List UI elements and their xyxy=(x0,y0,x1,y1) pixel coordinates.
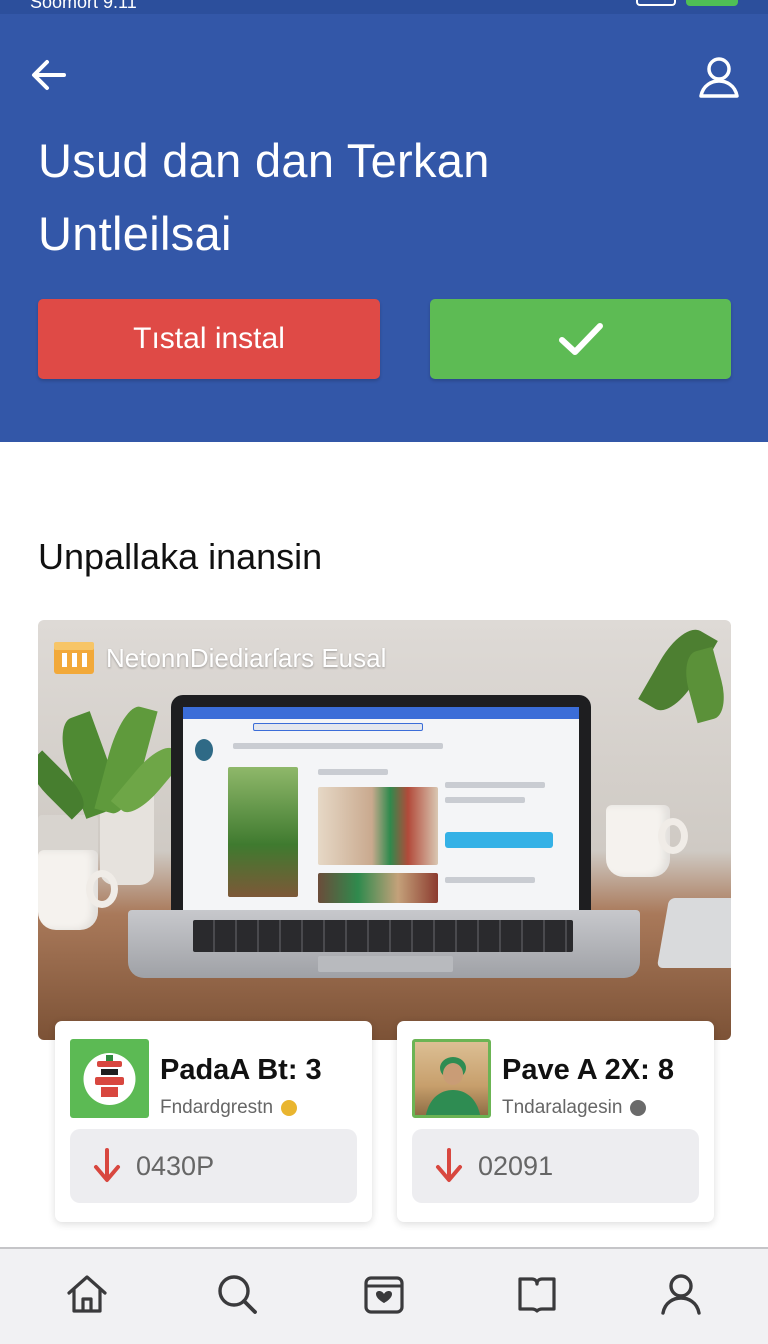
garden-photo xyxy=(228,767,298,897)
battery-icon xyxy=(636,0,676,6)
back-button[interactable] xyxy=(26,52,72,98)
mug-handle xyxy=(658,818,688,854)
page-title: Usud dan dan Terkan Untleilsai xyxy=(38,124,638,270)
app-header: Usud dan dan Terkan Untleilsai Tıstal in… xyxy=(0,14,768,442)
search-icon xyxy=(218,1275,257,1314)
battery-level-icon xyxy=(686,0,738,6)
app-card[interactable]: Pave A 2X: 8 Tndaralagesin 02091 xyxy=(397,1021,714,1222)
install-button[interactable]: Tıstal instal xyxy=(38,299,380,379)
inbox-icon xyxy=(364,1276,404,1314)
laptop-display xyxy=(183,707,579,917)
download-button[interactable]: 0430P xyxy=(70,1129,357,1203)
bottom-nav xyxy=(0,1247,768,1344)
book-icon xyxy=(518,1277,556,1313)
laptop-screen xyxy=(171,695,591,917)
nav-search[interactable] xyxy=(214,1271,260,1317)
download-icon xyxy=(94,1148,120,1182)
checkmark-icon xyxy=(558,323,603,355)
nav-profile[interactable] xyxy=(658,1271,704,1317)
status-time: Soomort 9:11 xyxy=(30,0,137,12)
avatar xyxy=(195,739,213,761)
feature-label: NetonnDiediarſars Eusal xyxy=(52,640,386,676)
status-bar: Soomort 9:11 xyxy=(0,0,768,14)
user-icon xyxy=(699,57,739,98)
app-thumbnail xyxy=(70,1039,149,1118)
card-title: Pave A 2X: 8 xyxy=(502,1054,674,1086)
feature-label-text: NetonnDiediarſars Eusal xyxy=(106,642,387,673)
verified-badge-icon xyxy=(281,1100,298,1116)
home-icon xyxy=(67,1275,107,1313)
box-icon xyxy=(54,642,94,674)
card-subtitle-text: Fndardgrestn xyxy=(160,1097,274,1118)
download-count: 02091 xyxy=(478,1150,554,1181)
download-button[interactable]: 02091 xyxy=(412,1129,699,1203)
download-count: 0430P xyxy=(136,1150,215,1181)
trackpad xyxy=(318,956,453,972)
status-icons xyxy=(636,0,738,6)
keyboard xyxy=(193,920,573,952)
woman-photo xyxy=(318,787,438,865)
person-avatar-icon xyxy=(425,1057,481,1115)
card-subtitle: Fndardgrestn xyxy=(160,1097,298,1119)
featured-image[interactable]: NetonnDiediarſars Eusal xyxy=(38,620,731,1040)
nav-library[interactable] xyxy=(514,1271,560,1317)
leaf xyxy=(679,646,731,724)
card-subtitle: Tndaralagesin xyxy=(502,1097,647,1119)
app-thumbnail xyxy=(412,1039,491,1118)
browser-bar xyxy=(183,707,579,719)
card-title: PadaA Bt: 3 xyxy=(160,1054,322,1086)
download-icon xyxy=(436,1148,462,1182)
profile-icon xyxy=(661,1274,701,1315)
page-title-line-2: Untleilsai xyxy=(38,207,232,260)
install-button-label: Tıstal instal xyxy=(133,322,285,355)
arrow-left-icon xyxy=(32,60,66,90)
app-card[interactable]: PadaA Bt: 3 Fndardgrestn 0430P xyxy=(55,1021,372,1222)
lantern-icon xyxy=(83,1053,136,1105)
page-title-line-1: Usud dan dan Terkan xyxy=(38,134,490,187)
confirm-button[interactable] xyxy=(430,299,731,379)
verified-badge-icon xyxy=(630,1100,647,1116)
mug-handle xyxy=(86,870,118,908)
tablet-device xyxy=(656,898,731,968)
nav-inbox[interactable] xyxy=(361,1271,407,1317)
laptop-base xyxy=(128,910,640,978)
profile-button[interactable] xyxy=(696,54,742,100)
card-subtitle-text: Tndaralagesin xyxy=(502,1097,623,1118)
section-title: Unpallaka inansin xyxy=(38,536,323,577)
nav-home[interactable] xyxy=(64,1271,110,1317)
